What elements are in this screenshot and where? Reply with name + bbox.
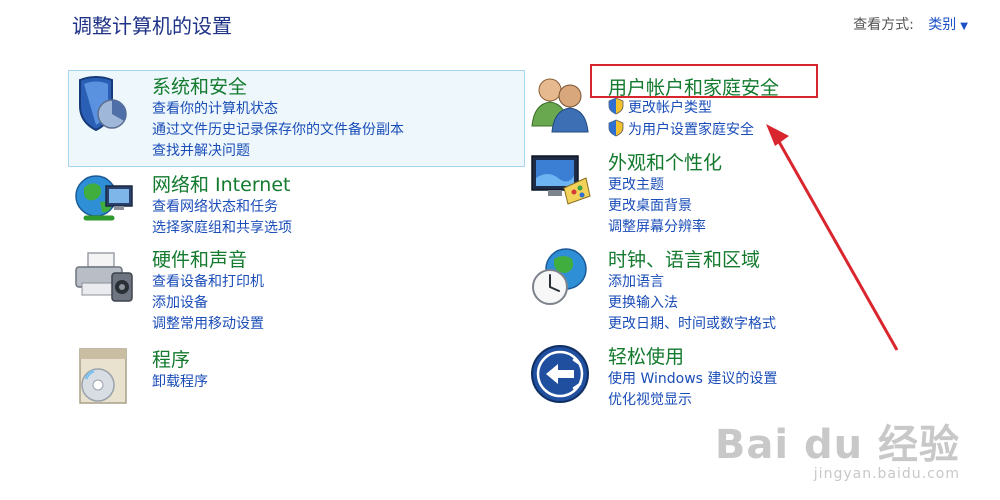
network-globe-icon	[75, 175, 133, 221]
uac-shield-icon	[608, 119, 624, 137]
heading-hardware-sound[interactable]: 硬件和声音	[152, 245, 247, 272]
link-mobility-settings[interactable]: 调整常用移动设置	[152, 314, 264, 335]
watermark: Bai du 经验 jingyan.baidu.com	[715, 412, 960, 482]
category-appearance[interactable]: 外观和个性化 更改主题 更改桌面背景 调整屏幕分辨率	[528, 148, 848, 236]
link-change-account-type[interactable]: 更改帐户类型	[608, 97, 754, 119]
view-by: 查看方式: 类别 ▼	[853, 14, 968, 34]
link-date-time-format[interactable]: 更改日期、时间或数字格式	[608, 314, 776, 335]
link-change-input-method[interactable]: 更换输入法	[608, 293, 776, 314]
link-troubleshoot[interactable]: 查找并解决问题	[152, 141, 404, 162]
heading-programs[interactable]: 程序	[152, 345, 190, 372]
monitor-palette-icon	[531, 155, 591, 205]
category-network-internet[interactable]: 网络和 Internet 查看网络状态和任务 选择家庭组和共享选项	[72, 170, 522, 236]
link-family-safety-label: 为用户设置家庭安全	[628, 122, 754, 138]
category-ease-of-access[interactable]: 轻松使用 使用 Windows 建议的设置 优化视觉显示	[528, 342, 848, 408]
link-view-computer-status[interactable]: 查看你的计算机状态	[152, 99, 404, 120]
category-hardware-sound[interactable]: 硬件和声音 查看设备和打印机 添加设备 调整常用移动设置	[72, 245, 522, 333]
view-by-label: 查看方式:	[853, 17, 914, 33]
link-optimize-visual-display[interactable]: 优化视觉显示	[608, 390, 777, 411]
link-change-account-type-label: 更改帐户类型	[628, 100, 712, 116]
users-icon	[531, 78, 589, 133]
uac-shield-icon	[608, 97, 624, 115]
chevron-down-icon: ▼	[960, 21, 968, 32]
category-system-security[interactable]: 系统和安全 查看你的计算机状态 通过文件历史记录保存你的文件备份副本 查找并解决…	[72, 72, 522, 164]
link-file-history-backup[interactable]: 通过文件历史记录保存你的文件备份副本	[152, 120, 404, 141]
view-by-value: 类别	[928, 17, 957, 33]
link-screen-resolution[interactable]: 调整屏幕分辨率	[608, 217, 706, 238]
link-change-theme[interactable]: 更改主题	[608, 175, 706, 196]
programs-disc-icon	[79, 348, 127, 404]
heading-network-internet[interactable]: 网络和 Internet	[152, 170, 290, 197]
heading-clock-language-region[interactable]: 时钟、语言和区域	[608, 245, 760, 272]
page-title: 调整计算机的设置	[72, 14, 232, 38]
printer-speaker-icon	[75, 252, 133, 302]
annotation-highlight-box	[590, 64, 818, 98]
link-desktop-background[interactable]: 更改桌面背景	[608, 196, 706, 217]
category-programs[interactable]: 程序 卸载程序	[72, 345, 522, 405]
link-windows-recommended-settings[interactable]: 使用 Windows 建议的设置	[608, 369, 777, 390]
clock-globe-icon	[532, 248, 587, 305]
link-family-safety[interactable]: 为用户设置家庭安全	[608, 119, 754, 141]
link-add-device[interactable]: 添加设备	[152, 293, 264, 314]
view-by-dropdown[interactable]: 类别 ▼	[928, 17, 968, 33]
watermark-brand: Bai du 经验	[714, 422, 960, 468]
link-network-status[interactable]: 查看网络状态和任务	[152, 197, 292, 218]
heading-appearance[interactable]: 外观和个性化	[608, 148, 722, 175]
link-devices-printers[interactable]: 查看设备和打印机	[152, 272, 264, 293]
ease-of-access-icon	[531, 345, 589, 403]
heading-system-security[interactable]: 系统和安全	[152, 72, 247, 99]
shield-security-icon	[79, 76, 127, 132]
link-add-language[interactable]: 添加语言	[608, 272, 776, 293]
link-homegroup-sharing[interactable]: 选择家庭组和共享选项	[152, 218, 292, 239]
category-clock-language-region[interactable]: 时钟、语言和区域 添加语言 更换输入法 更改日期、时间或数字格式	[528, 245, 848, 333]
heading-ease-of-access[interactable]: 轻松使用	[608, 342, 684, 369]
link-uninstall-program[interactable]: 卸载程序	[152, 372, 208, 393]
